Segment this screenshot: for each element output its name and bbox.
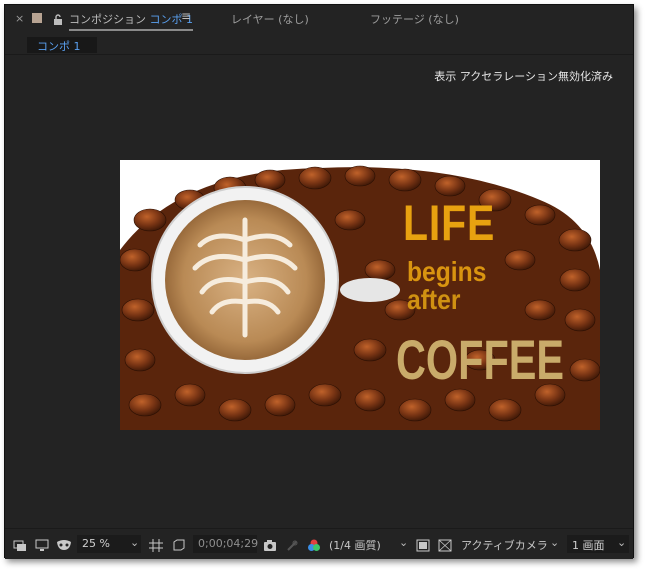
display-acceleration-notice: 表示 アクセラレーション無効化済み	[434, 70, 613, 83]
monitor-icon[interactable]	[35, 537, 49, 551]
show-snapshot-icon[interactable]	[285, 537, 299, 551]
tab-composition[interactable]: コンポジション コンポ 1	[69, 11, 193, 27]
region-of-interest-icon[interactable]	[172, 537, 186, 551]
mask-visibility-icon[interactable]	[56, 537, 71, 550]
channel-rgb-icon[interactable]	[307, 537, 321, 551]
close-tab-icon[interactable]: ×	[15, 12, 24, 25]
active-tab-indicator	[69, 29, 193, 31]
transparency-grid-icon[interactable]	[438, 537, 452, 552]
camera-chevron-down-icon[interactable]: ⌄	[550, 536, 559, 549]
label-color-swatch[interactable]	[32, 13, 42, 23]
resolution-chevron-down-icon[interactable]: ⌄	[399, 536, 408, 549]
grid-guides-icon[interactable]	[149, 537, 163, 552]
camera-view-select[interactable]: アクティブカメラ	[461, 537, 548, 553]
always-preview-icon[interactable]	[13, 537, 27, 551]
headline-coffee: COFFEE	[396, 328, 565, 391]
zoom-chevron-down-icon[interactable]: ⌄	[130, 536, 139, 549]
composition-panel: × コンポジション コンポ 1 ≡ レイヤー (なし) フッテージ (なし) コ…	[4, 4, 634, 559]
breadcrumb-bar: コンポ 1	[5, 33, 633, 55]
fast-preview-icon[interactable]	[416, 537, 430, 552]
viewer-toolbar: 25 % ⌄ 0;00;04;29 (1/4 画質) ⌄ アクティブカメラ ⌄	[5, 528, 633, 559]
timecode-value: 0;00;04;29	[198, 537, 259, 550]
timecode-field[interactable]: 0;00;04;29	[193, 535, 259, 553]
breadcrumb-comp[interactable]: コンポ 1	[27, 37, 97, 53]
headline-life: LIFE	[403, 195, 496, 251]
view-layout-chevron-down-icon[interactable]: ⌄	[617, 536, 626, 549]
tab-footage[interactable]: フッテージ (なし)	[370, 11, 459, 27]
panel-menu-icon[interactable]: ≡	[181, 9, 191, 23]
lock-icon[interactable]	[52, 11, 64, 25]
panel-tab-bar: × コンポジション コンポ 1 ≡ レイヤー (なし) フッテージ (なし)	[5, 5, 633, 33]
headline-begins: begins	[407, 256, 487, 287]
zoom-value: 25 %	[82, 537, 110, 550]
composition-frame[interactable]: LIFE begins after COFFEE	[120, 160, 600, 430]
headline-after: after	[407, 284, 461, 315]
composition-viewer[interactable]: 表示 アクセラレーション無効化済み LIFE begins after COFF…	[5, 56, 633, 528]
tab-layer[interactable]: レイヤー (なし)	[231, 11, 309, 27]
view-layout-value: 1 画面	[572, 539, 605, 552]
resolution-select[interactable]: (1/4 画質)	[329, 537, 381, 553]
snapshot-camera-icon[interactable]	[263, 537, 277, 551]
tab-panel-label: コンポジション	[69, 13, 146, 26]
